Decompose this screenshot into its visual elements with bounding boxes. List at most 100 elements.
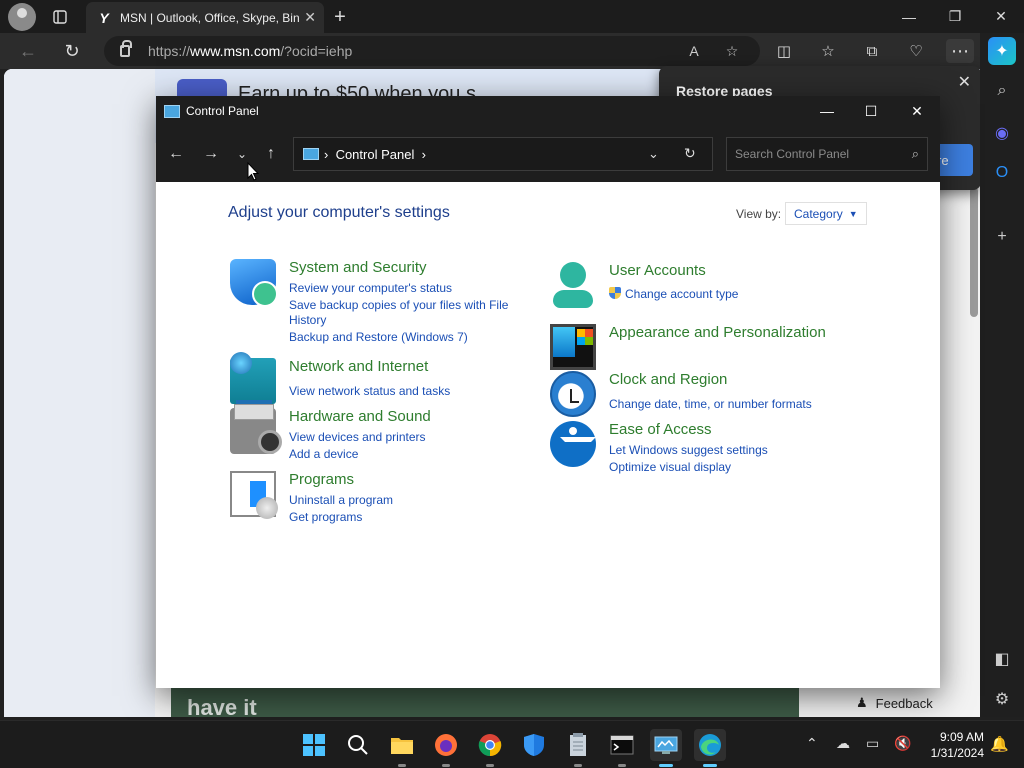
printer-speaker-icon[interactable]	[230, 404, 282, 454]
cp-up-icon[interactable]: ↑	[259, 142, 283, 166]
review-status-link[interactable]: Review your computer's status	[289, 281, 452, 295]
date-time-formats-link[interactable]: Change date, time, or number formats	[609, 397, 812, 411]
sidebar-settings-icon[interactable]: ⚙	[988, 685, 1016, 713]
taskbar-search-icon[interactable]	[342, 729, 374, 761]
cp-maximize-icon[interactable]: ☐	[848, 96, 894, 126]
suggest-settings-link[interactable]: Let Windows suggest settings	[609, 443, 768, 457]
tab-msn[interactable]: Y MSN | Outlook, Office, Skype, Bing ✕	[86, 2, 324, 33]
notepad-icon[interactable]	[562, 729, 594, 767]
new-tab-icon[interactable]: +	[326, 4, 354, 30]
ease-of-access-icon[interactable]	[550, 421, 596, 467]
network-internet-link[interactable]: Network and Internet	[289, 358, 428, 375]
tab-actions-icon[interactable]	[46, 4, 74, 30]
feedback-button[interactable]: ♟ Feedback	[850, 689, 974, 717]
restore-window-icon[interactable]: ❐	[932, 0, 978, 33]
browser-tab-bar: Y MSN | Outlook, Office, Skype, Bing ✕ +…	[0, 0, 1024, 33]
cp-back-icon[interactable]: ←	[164, 142, 188, 166]
cp-close-icon[interactable]: ✕	[894, 96, 940, 126]
back-icon[interactable]: ←	[14, 39, 42, 63]
control-panel-icon	[164, 105, 180, 118]
volume-muted-icon[interactable]: 🔇	[894, 735, 911, 752]
outlook-icon[interactable]: O	[988, 159, 1016, 187]
split-screen-icon[interactable]: ◫	[770, 39, 798, 63]
profile-avatar-icon[interactable]	[8, 3, 36, 31]
backup-restore-link[interactable]: Backup and Restore (Windows 7)	[289, 330, 468, 344]
notification-bell-icon[interactable]: 🔔	[990, 735, 1009, 753]
start-windows-icon[interactable]	[298, 729, 330, 761]
chrome-icon[interactable]	[474, 729, 506, 767]
user-accounts-link[interactable]: User Accounts	[609, 262, 706, 279]
add-device-link[interactable]: Add a device	[289, 447, 358, 461]
edge-sidebar: ✦ ⌕ ◉ O + ◧ ⚙	[980, 33, 1024, 717]
clock-region-link[interactable]: Clock and Region	[609, 371, 727, 388]
view-by-dropdown[interactable]: Category ▼	[785, 202, 867, 225]
devices-printers-link[interactable]: View devices and printers	[289, 430, 426, 444]
copilot-icon[interactable]: ✦	[988, 37, 1016, 65]
cp-minimize-icon[interactable]: —	[804, 96, 850, 126]
minimize-icon[interactable]: —	[886, 0, 932, 33]
programs-icon[interactable]	[230, 471, 278, 519]
clock-globe-icon[interactable]	[550, 371, 596, 417]
taskbar-clock[interactable]: 9:09 AM 1/31/2024	[920, 729, 984, 761]
read-aloud-icon[interactable]: A	[680, 40, 708, 62]
cp-breadcrumb-icon	[303, 148, 319, 160]
shopping-icon[interactable]: ◉	[988, 119, 1016, 147]
collections-icon[interactable]: ⧉	[858, 39, 886, 63]
close-window-icon[interactable]: ✕	[978, 0, 1024, 33]
dropdown-arrow-icon: ▼	[848, 208, 858, 219]
file-history-link-cont[interactable]: History	[289, 313, 326, 327]
refresh-icon[interactable]: ↻	[58, 39, 86, 63]
cp-breadcrumb[interactable]: › Control Panel ›	[324, 147, 426, 162]
show-hidden-icons-chevron[interactable]: ⌃	[806, 735, 818, 752]
change-account-type-link[interactable]: Change account type	[625, 287, 738, 301]
file-history-link[interactable]: Save backup copies of your files with Fi…	[289, 298, 508, 312]
lock-icon[interactable]	[120, 40, 132, 57]
feedback-icon: ♟	[856, 695, 868, 710]
indicator	[442, 764, 450, 767]
cp-forward-icon[interactable]: →	[199, 142, 223, 166]
user-accounts-icon[interactable]	[550, 262, 596, 308]
edge-icon[interactable]	[694, 729, 726, 767]
system-security-link[interactable]: System and Security	[289, 259, 427, 276]
get-programs-link[interactable]: Get programs	[289, 510, 362, 524]
news-banner[interactable]	[171, 687, 799, 717]
uninstall-program-link[interactable]: Uninstall a program	[289, 493, 393, 507]
network-status-link[interactable]: View network status and tasks	[289, 384, 450, 398]
search-icon[interactable]: ⌕	[988, 77, 1016, 105]
file-explorer-icon[interactable]	[386, 729, 418, 767]
windows-security-icon[interactable]	[518, 729, 550, 761]
onedrive-cloud-icon[interactable]: ☁	[836, 735, 850, 752]
network-icon[interactable]: ▭	[866, 735, 879, 752]
appearance-monitor-icon[interactable]	[550, 324, 596, 370]
settings-more-icon[interactable]: ⋯	[946, 39, 974, 63]
system-security-shield-icon[interactable]	[230, 259, 278, 307]
hide-sidebar-icon[interactable]: ◧	[988, 645, 1016, 673]
browser-essentials-icon[interactable]: ♡	[902, 39, 930, 63]
cp-address-bar[interactable]: › Control Panel › ⌄ ↻	[293, 137, 713, 171]
cp-search-icon[interactable]: ⌕	[912, 146, 919, 162]
firefox-icon[interactable]	[430, 729, 462, 767]
optimize-display-link[interactable]: Optimize visual display	[609, 460, 731, 474]
indicator	[703, 764, 717, 767]
appearance-link[interactable]: Appearance and Personalization	[609, 324, 826, 341]
cp-search-input[interactable]: Search Control Panel ⌕	[726, 137, 928, 171]
add-sidebar-app-icon[interactable]: +	[988, 223, 1016, 251]
tab-close-icon[interactable]: ✕	[304, 9, 316, 26]
programs-link[interactable]: Programs	[289, 471, 354, 488]
hardware-sound-link[interactable]: Hardware and Sound	[289, 408, 431, 425]
control-panel-taskbar-icon[interactable]	[650, 729, 682, 767]
ease-of-access-link[interactable]: Ease of Access	[609, 421, 712, 438]
indicator	[486, 764, 494, 767]
address-bar[interactable]: https://www.msn.com/?ocid=iehp A ☆	[104, 36, 760, 66]
favorite-star-icon[interactable]: ☆	[718, 40, 746, 62]
network-globe-icon[interactable]	[230, 352, 276, 404]
cp-address-dropdown-icon[interactable]: ⌄	[648, 146, 659, 162]
cp-titlebar[interactable]: Control Panel — ☐ ✕	[156, 96, 940, 128]
favorites-icon[interactable]: ☆	[814, 39, 842, 63]
restore-close-icon[interactable]: ✕	[958, 72, 971, 92]
clock-time: 9:09 AM	[939, 730, 984, 744]
cp-refresh-icon[interactable]: ↻	[684, 145, 696, 162]
uac-shield-icon	[609, 287, 621, 299]
terminal-icon[interactable]	[606, 729, 638, 767]
page-scrollbar[interactable]	[970, 187, 978, 317]
